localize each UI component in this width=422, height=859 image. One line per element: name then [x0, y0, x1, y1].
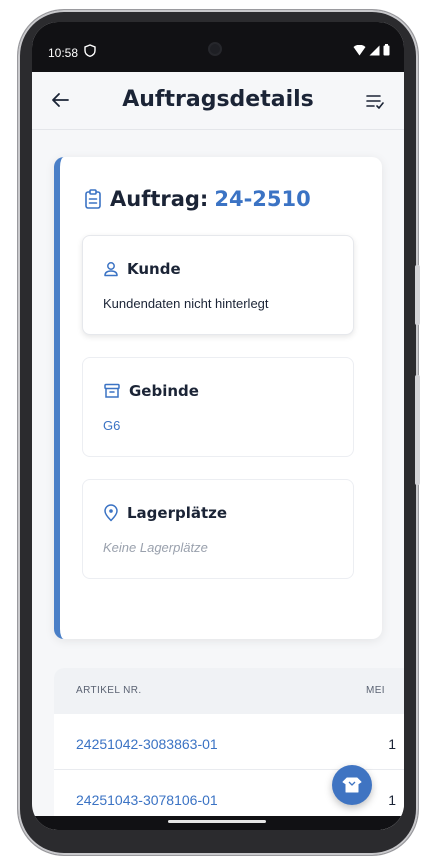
- order-label: Auftrag:: [110, 187, 209, 211]
- volume-button: [415, 265, 420, 325]
- battery-icon: [383, 44, 390, 56]
- storage-section: Lagerplätze Keine Lagerplätze: [82, 479, 354, 579]
- screen: 10:58 Auftragsdetails Auftrag: 24-2510 K…: [32, 22, 404, 830]
- page-title: Auftragsdetails: [122, 87, 314, 112]
- customer-title: Kunde: [127, 260, 181, 278]
- article-number[interactable]: 24251043-3078106-01: [76, 792, 218, 808]
- signal-icon: [369, 45, 380, 55]
- customer-value: Kundendaten nicht hinterlegt: [103, 296, 269, 311]
- article-quantity: 1: [388, 736, 396, 752]
- archive-box-icon: [104, 383, 120, 398]
- power-button: [415, 375, 420, 485]
- articles-table: ARTIKEL NR. MEI 24251042-3083863-01 1 24…: [54, 668, 404, 830]
- article-quantity: 1: [388, 792, 396, 808]
- navigation-bar: [32, 816, 404, 830]
- container-section: Gebinde G6: [82, 357, 354, 457]
- status-bar: 10:58: [32, 22, 404, 72]
- order-number: 24-2510: [214, 187, 311, 211]
- storage-value: Keine Lagerplätze: [103, 540, 208, 555]
- container-title: Gebinde: [129, 382, 199, 400]
- table-row[interactable]: 24251042-3083863-01 1: [54, 714, 404, 770]
- status-icons: [353, 44, 390, 56]
- header-quantity: MEI: [366, 685, 385, 696]
- table-header: ARTIKEL NR. MEI: [54, 668, 404, 714]
- location-pin-icon: [104, 504, 118, 522]
- header-article: ARTIKEL NR.: [76, 685, 142, 696]
- article-number[interactable]: 24251042-3083863-01: [76, 736, 218, 752]
- package-icon: [342, 777, 362, 793]
- order-heading: Auftrag: 24-2510: [84, 187, 311, 211]
- clipboard-icon: [85, 189, 101, 209]
- storage-title: Lagerplätze: [127, 504, 228, 522]
- shield-icon: [84, 44, 96, 57]
- status-time: 10:58: [48, 46, 79, 60]
- app-bar: Auftragsdetails: [32, 72, 404, 130]
- home-indicator[interactable]: [168, 820, 266, 823]
- customer-section: Kunde Kundendaten nicht hinterlegt: [82, 235, 354, 335]
- container-value: G6: [103, 418, 121, 433]
- camera-cutout: [208, 42, 222, 56]
- person-icon: [104, 262, 118, 277]
- package-fab-button[interactable]: [332, 765, 372, 805]
- checklist-icon[interactable]: [364, 90, 386, 112]
- wifi-icon: [353, 44, 366, 55]
- order-card: Auftrag: 24-2510 Kunde Kundendaten nicht…: [54, 157, 382, 639]
